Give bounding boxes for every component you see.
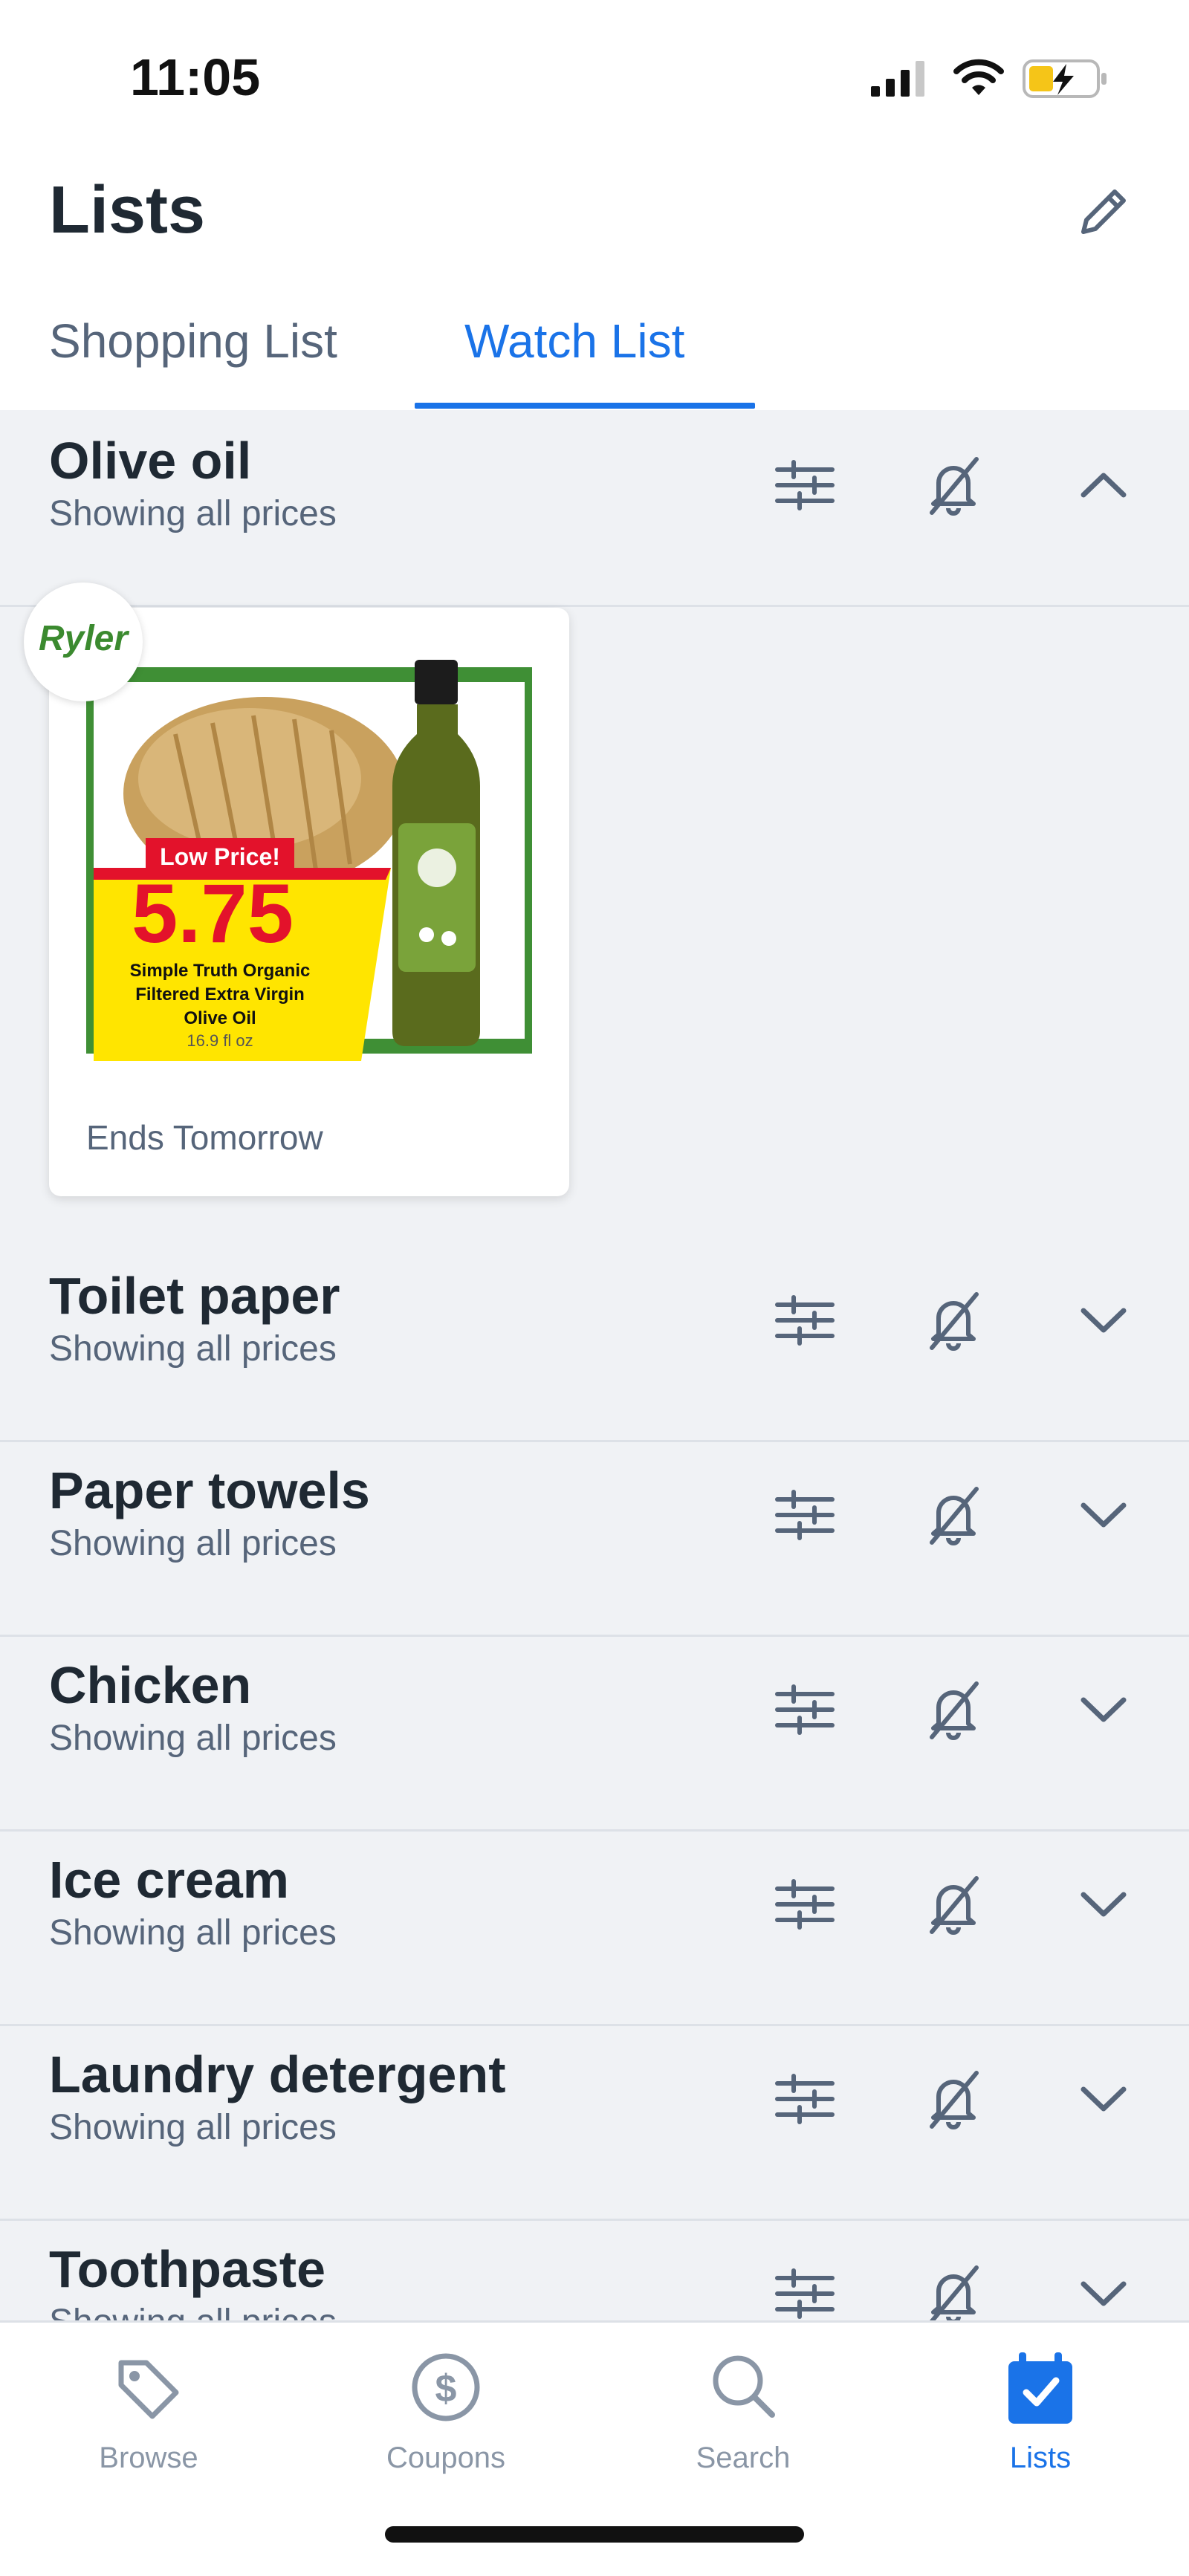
chevron-down-icon[interactable] — [1070, 2260, 1137, 2320]
deal-card[interactable]: Low Price! 5.75 Simple Truth Organic Fil… — [24, 583, 569, 1196]
nav-coupons-label: Coupons — [386, 2442, 506, 2474]
chevron-down-icon[interactable] — [1070, 2066, 1137, 2132]
watch-item-subtitle: Showing all prices — [49, 1524, 337, 1563]
bell-off-icon[interactable] — [920, 2260, 987, 2320]
watch-item-subtitle: Showing all prices — [49, 2108, 337, 2147]
chevron-down-icon[interactable] — [1070, 1871, 1137, 1938]
ad-price: 5.75 — [132, 867, 294, 960]
watch-item-subtitle: Showing all prices — [49, 2302, 337, 2320]
olive-oil-ad-image: Low Price! 5.75 Simple Truth Organic Fil… — [86, 645, 532, 1061]
watch-item-paper-towels[interactable]: Paper towels Showing all prices — [0, 1440, 1189, 1637]
filter-sliders-icon[interactable] — [771, 2066, 838, 2132]
nav-browse-label: Browse — [99, 2442, 198, 2474]
ad-product-line-1: Simple Truth Organic — [130, 961, 311, 981]
chevron-down-icon[interactable] — [1070, 1482, 1137, 1548]
bell-off-icon[interactable] — [920, 2066, 987, 2132]
filter-sliders-icon[interactable] — [771, 1287, 838, 1354]
bell-off-icon[interactable] — [920, 1287, 987, 1354]
tab-watch-list[interactable]: Watch List — [464, 314, 684, 369]
filter-sliders-icon[interactable] — [771, 1676, 838, 1743]
chevron-down-icon[interactable] — [1070, 1287, 1137, 1354]
active-tab-indicator — [415, 403, 755, 409]
ad-size: 16.9 fl oz — [187, 1031, 253, 1050]
filter-sliders-icon[interactable] — [771, 452, 838, 519]
filter-sliders-icon[interactable] — [771, 1482, 838, 1548]
watch-item-toilet-paper[interactable]: Toilet paper Showing all prices — [0, 1245, 1189, 1442]
chevron-up-icon[interactable] — [1070, 452, 1137, 519]
watch-item-name: Toothpaste — [49, 2240, 326, 2298]
nav-lists[interactable]: Lists — [892, 2346, 1189, 2475]
nav-search[interactable]: Search — [594, 2346, 892, 2475]
watch-item-name: Toilet paper — [49, 1267, 340, 1325]
watch-item-olive-oil[interactable]: Olive oil Showing all prices — [0, 410, 1189, 607]
calendar-check-icon — [1008, 2352, 1072, 2424]
wifi-icon — [953, 59, 1004, 95]
home-indicator — [385, 2526, 804, 2543]
nav-browse[interactable]: Browse — [0, 2346, 297, 2475]
watch-item-ice-cream[interactable]: Ice cream Showing all prices — [0, 1829, 1189, 2026]
watch-item-name: Olive oil — [49, 432, 252, 490]
search-icon — [713, 2355, 775, 2418]
ad-product-line-2: Filtered Extra Virgin — [135, 984, 305, 1005]
watch-item-subtitle: Showing all prices — [49, 494, 337, 533]
status-time: 11:05 — [130, 48, 261, 106]
tag-icon — [118, 2360, 179, 2419]
watch-item-subtitle: Showing all prices — [49, 1719, 337, 1758]
bell-off-icon[interactable] — [920, 1482, 987, 1548]
watch-item-name: Laundry detergent — [49, 2045, 506, 2103]
dollar-circle-icon: $ — [412, 2353, 480, 2421]
store-logo-text: Ryler — [38, 619, 129, 658]
bell-off-icon[interactable] — [920, 1871, 987, 1938]
svg-text:$: $ — [435, 2367, 457, 2410]
lists-header: Lists Shopping List Watch List — [0, 141, 1189, 410]
watch-item-subtitle: Showing all prices — [49, 1329, 337, 1369]
deal-expiry: Ends Tomorrow — [86, 1118, 323, 1157]
signal-icon — [871, 61, 924, 97]
bell-off-icon[interactable] — [920, 1676, 987, 1743]
filter-sliders-icon[interactable] — [771, 1871, 838, 1938]
bell-off-icon[interactable] — [920, 452, 987, 519]
watch-item-subtitle: Showing all prices — [49, 1913, 337, 1953]
nav-coupons[interactable]: $ Coupons — [297, 2346, 594, 2475]
watch-item-chicken[interactable]: Chicken Showing all prices — [0, 1635, 1189, 1832]
nav-lists-label: Lists — [1009, 2442, 1072, 2474]
page-title: Lists — [49, 173, 206, 247]
battery-charging-icon — [1023, 59, 1107, 98]
watch-item-toothpaste[interactable]: Toothpaste Showing all prices — [0, 2219, 1189, 2320]
chevron-down-icon[interactable] — [1070, 1676, 1137, 1743]
watch-item-name: Ice cream — [49, 1851, 290, 1909]
status-bar: 11:05 — [0, 0, 1189, 141]
watch-item-name: Paper towels — [49, 1461, 370, 1519]
ad-badge: Low Price! — [160, 843, 280, 870]
ad-product-line-3: Olive Oil — [184, 1008, 256, 1028]
nav-search-label: Search — [696, 2442, 791, 2474]
filter-sliders-icon[interactable] — [771, 2260, 838, 2320]
pencil-edit-icon[interactable] — [1070, 178, 1137, 245]
store-logo: Ryler — [24, 583, 143, 701]
watch-item-laundry-detergent[interactable]: Laundry detergent Showing all prices — [0, 2024, 1189, 2221]
tab-shopping-list[interactable]: Shopping List — [49, 314, 337, 369]
watch-item-name: Chicken — [49, 1656, 252, 1714]
